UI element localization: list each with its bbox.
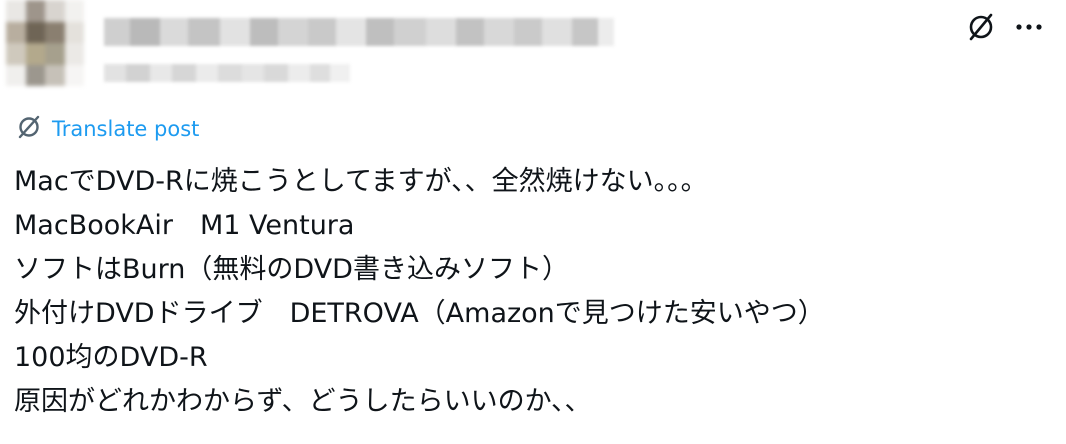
author-info-blurred[interactable]: [104, 6, 652, 86]
author-handle-blurred: [104, 64, 350, 82]
post-text-line: 外付けDVDドライブ DETROVA（Amazonで見つけた安いやつ）: [14, 298, 825, 329]
globe-slash-icon: [966, 12, 996, 42]
post-text-line: MacでDVD-Rに焼こうとしてますが、、全然焼けない。。。: [14, 166, 708, 197]
post-header: [0, 0, 1066, 92]
translate-toggle-button[interactable]: [964, 10, 998, 44]
globe-slash-icon: [16, 114, 42, 144]
post-text: MacでDVD-Rに焼こうとしてますが、、全然焼けない。。。 MacBookAi…: [14, 160, 1054, 424]
header-actions: [964, 10, 1046, 44]
post-text-line: MacBookAir M1 Ventura: [14, 210, 355, 241]
author-name-blurred: [104, 18, 624, 46]
translate-post-link[interactable]: Translate post: [16, 114, 199, 144]
post-text-line: 100均のDVD-R: [14, 342, 208, 373]
more-options-button[interactable]: [1012, 10, 1046, 44]
post-text-line: ソフトはBurn（無料のDVD書き込みソフト）: [14, 254, 569, 285]
translate-post-label: Translate post: [52, 117, 200, 141]
avatar[interactable]: [6, 0, 84, 86]
more-horizontal-icon: [1015, 22, 1043, 32]
post-text-line: 原因がどれかわからず、どうしたらいいのか、、: [14, 386, 592, 417]
